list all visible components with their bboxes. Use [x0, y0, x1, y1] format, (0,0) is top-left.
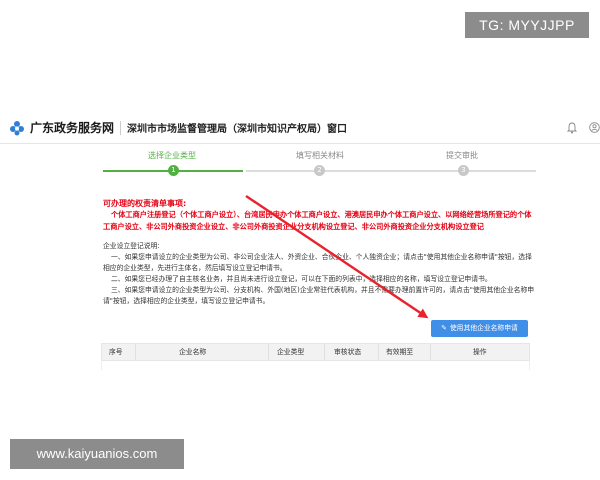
column-header-index: 序号	[109, 348, 123, 356]
description-item: 一、如果您申请设立的企业类型为公司、非公司企业法人、外资企业、合伙企业、个人独资…	[103, 253, 532, 272]
brand-name[interactable]: 广东政务服务网	[30, 119, 114, 136]
window-title: 深圳市市场监督管理局（深圳市知识产权局）窗口	[127, 124, 347, 135]
table-header: 序号 企业名称 企业类型 审核状态 有效期至 操作	[101, 343, 530, 361]
bell-icon[interactable]	[567, 122, 577, 134]
column-header-action: 操作	[473, 348, 487, 356]
use-other-name-apply-button[interactable]: ✎ 使用其他企业名称申请	[431, 320, 528, 337]
user-icon[interactable]	[589, 122, 600, 133]
guangdong-logo-icon	[10, 121, 24, 136]
column-separator	[135, 344, 136, 360]
column-header-type: 企业类型	[277, 348, 305, 356]
notice-title: 可办理的权责清单事项:	[103, 199, 187, 208]
description-heading: 企业设立登记说明:	[103, 242, 160, 250]
step-1-dot: 1	[168, 165, 179, 176]
step-2-label: 填写相关材料	[296, 151, 344, 160]
column-header-expiry: 有效期至	[386, 348, 414, 356]
app-header: 广东政务服务网 深圳市市场监督管理局（深圳市知识产权局）窗口	[0, 113, 600, 144]
column-separator	[430, 344, 431, 360]
step-1-label: 选择企业类型	[148, 151, 196, 160]
step-3-dot: 3	[458, 165, 469, 176]
table-body	[101, 360, 530, 370]
description-item: 三、如果您申请设立的企业类型为公司、分支机构、外国(地区)企业常驻代表机构，并且…	[103, 286, 535, 305]
notice-body: 个体工商户注册登记（个体工商户设立）、台湾居民申办个体工商户设立、港澳居民申办个…	[103, 210, 532, 231]
annotation-arrow-overlay	[245, 195, 429, 319]
watermark-bottom: www.kaiyuanios.com	[10, 439, 184, 469]
column-separator	[268, 344, 269, 360]
apply-button-label: 使用其他企业名称申请	[449, 324, 518, 332]
edit-icon: ✎	[441, 324, 447, 332]
column-header-status: 审核状态	[334, 348, 362, 356]
column-separator	[324, 344, 325, 360]
column-separator	[378, 344, 379, 360]
step-2-dot: 2	[314, 165, 325, 176]
progress-steps: 选择企业类型 填写相关材料 提交审批 1 2 3	[0, 143, 600, 183]
description-item: 二、如果您已经办理了自主核名业务，并且尚未进行设立登记，可以在下面的列表中，选择…	[111, 275, 492, 283]
registration-description: 企业设立登记说明: 一、如果您申请设立的企业类型为公司、非公司企业法人、外资企业…	[103, 241, 537, 307]
watermark-top: TG: MYYJJPP	[465, 12, 589, 38]
step-3-label: 提交审批	[446, 151, 478, 160]
header-divider	[120, 121, 121, 135]
column-header-name: 企业名称	[179, 348, 207, 356]
